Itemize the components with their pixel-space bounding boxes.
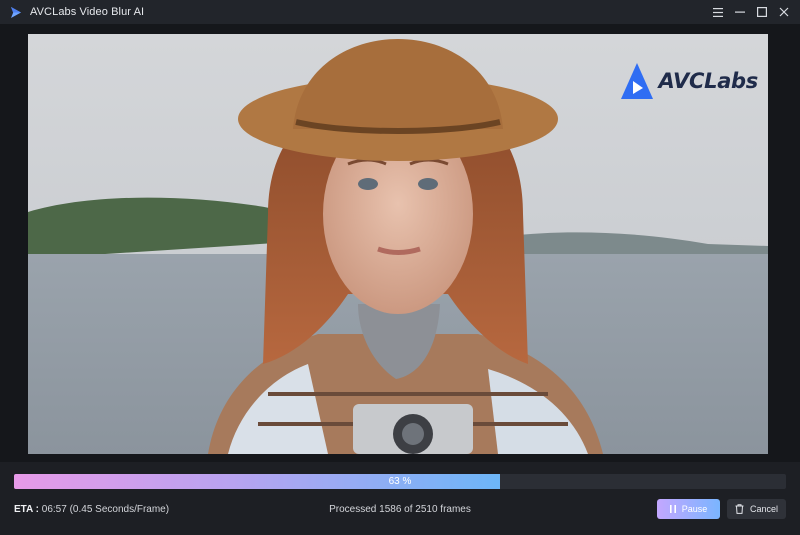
video-preview: AVCLabs <box>28 34 768 454</box>
minimize-icon[interactable] <box>730 2 750 22</box>
trash-icon <box>735 504 744 514</box>
window-controls <box>706 0 794 24</box>
pause-button-label: Pause <box>681 504 708 514</box>
progress-panel: 63 % ETA : 06:57 (0.45 Seconds/Frame) Pr… <box>0 462 800 535</box>
avclabs-logo-icon <box>8 4 24 20</box>
hamburger-menu-icon[interactable] <box>708 2 728 22</box>
progress-bar: 63 % <box>14 474 786 489</box>
close-icon[interactable] <box>774 2 794 22</box>
progress-percent-label: 63 % <box>388 476 412 487</box>
app-title: AVCLabs Video Blur AI <box>30 6 145 18</box>
title-bar: AVCLabs Video Blur AI <box>0 0 800 24</box>
cancel-button[interactable]: Cancel <box>727 499 786 519</box>
preview-area: AVCLabs <box>0 24 800 462</box>
watermark-text: AVCLabs <box>658 69 759 93</box>
cancel-button-label: Cancel <box>749 504 778 514</box>
pause-icon <box>669 505 676 513</box>
pause-button[interactable]: Pause <box>657 499 720 519</box>
avclabs-watermark: AVCLabs <box>619 60 758 102</box>
avclabs-play-logo-icon <box>620 63 653 99</box>
maximize-icon[interactable] <box>752 2 772 22</box>
